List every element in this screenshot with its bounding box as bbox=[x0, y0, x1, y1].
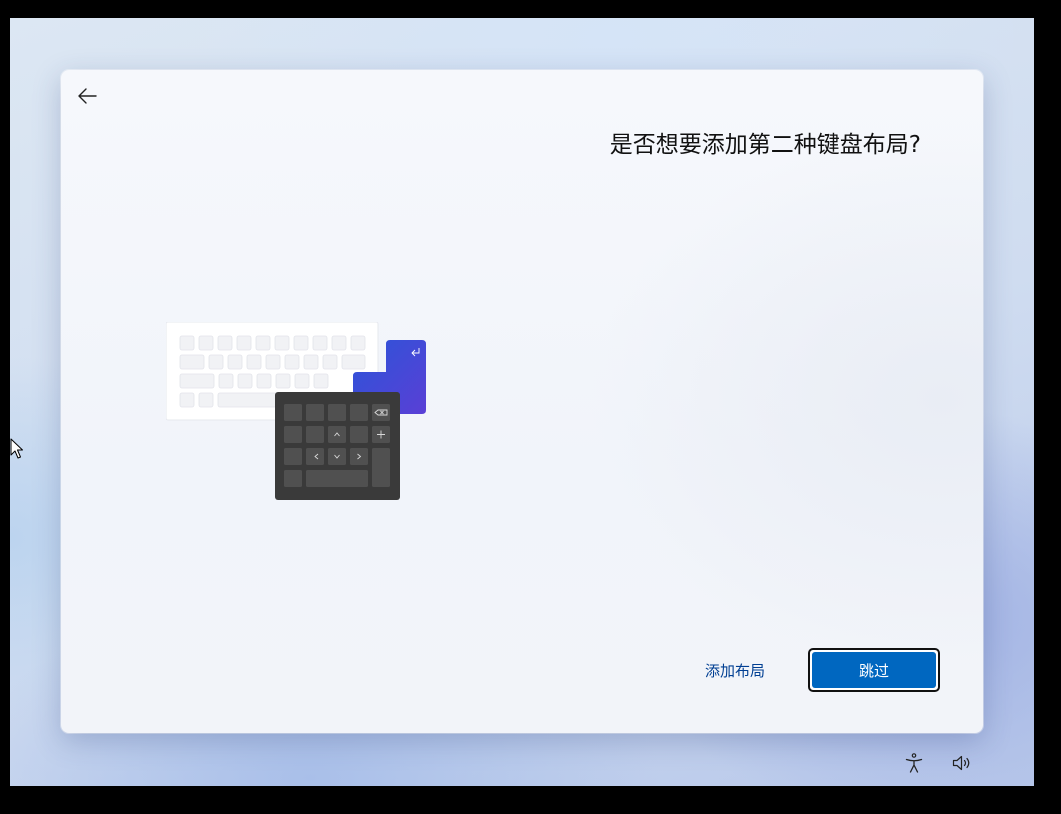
add-layout-button[interactable]: 添加布局 bbox=[689, 650, 781, 690]
skip-button-label: 跳过 bbox=[812, 652, 936, 688]
setup-dialog: 是否想要添加第二种键盘布局? 添加布局 跳过 bbox=[61, 70, 983, 733]
back-button[interactable] bbox=[75, 84, 99, 108]
numpad-icon bbox=[275, 392, 400, 500]
skip-button[interactable]: 跳过 bbox=[808, 648, 940, 692]
accessibility-icon bbox=[905, 753, 923, 773]
volume-icon bbox=[952, 755, 970, 771]
oobe-screen: 是否想要添加第二种键盘布局? 添加布局 跳过 bbox=[10, 18, 1034, 786]
keyboard-illustration bbox=[166, 322, 426, 500]
page-title: 是否想要添加第二种键盘布局? bbox=[609, 132, 921, 158]
arrow-left-icon bbox=[78, 88, 97, 104]
mouse-cursor-icon bbox=[10, 438, 23, 459]
accessibility-button[interactable] bbox=[903, 752, 925, 774]
volume-button[interactable] bbox=[951, 752, 973, 774]
